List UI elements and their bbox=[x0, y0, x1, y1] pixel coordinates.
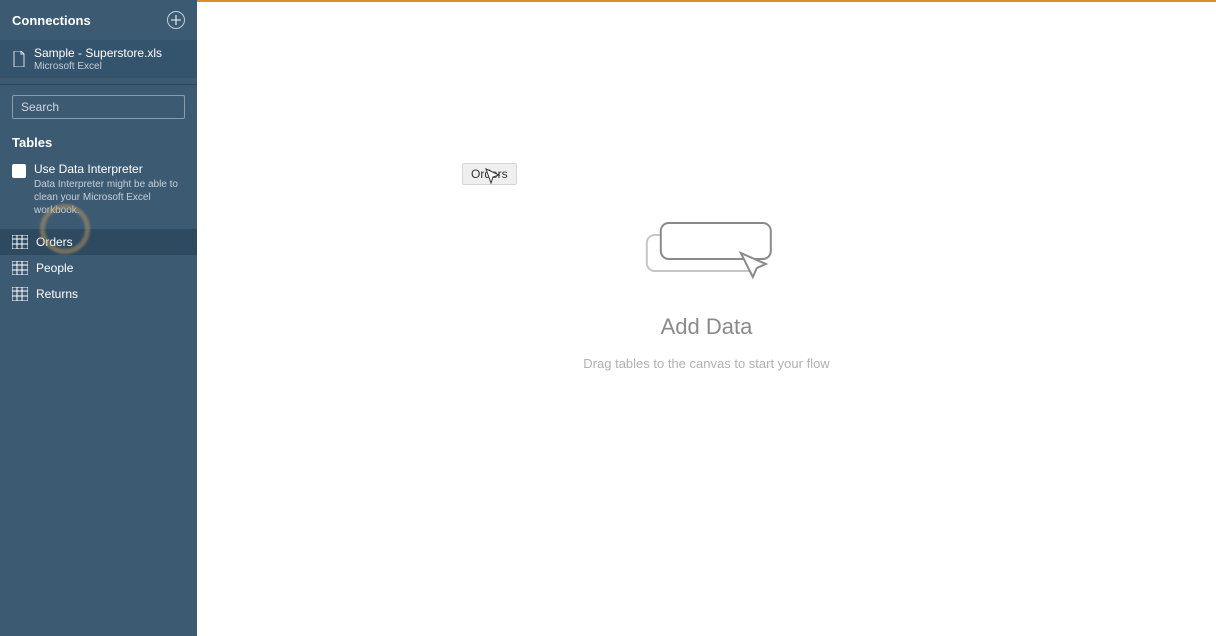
search-box[interactable] bbox=[12, 95, 185, 119]
table-item-label: Returns bbox=[36, 287, 78, 301]
sidebar: Connections Sample - Superstore.xls Micr… bbox=[0, 0, 197, 636]
search-wrap bbox=[0, 85, 197, 125]
data-interpreter-hint: Data Interpreter might be able to clean … bbox=[34, 178, 185, 217]
table-item-people[interactable]: People bbox=[0, 255, 197, 281]
table-icon bbox=[12, 235, 28, 249]
table-item-returns[interactable]: Returns bbox=[0, 281, 197, 307]
search-input[interactable] bbox=[13, 100, 184, 114]
table-icon bbox=[12, 261, 28, 275]
connections-header: Connections bbox=[0, 0, 197, 40]
canvas-area[interactable]: Orders Add Data Drag tables to the canva… bbox=[197, 0, 1216, 636]
plus-icon bbox=[171, 15, 181, 25]
add-data-illustration bbox=[583, 217, 829, 292]
add-connection-button[interactable] bbox=[167, 11, 185, 29]
drag-token: Orders bbox=[462, 163, 517, 185]
connection-item[interactable]: Sample - Superstore.xls Microsoft Excel bbox=[0, 40, 197, 78]
table-item-orders[interactable]: Orders bbox=[0, 229, 197, 255]
connection-name: Sample - Superstore.xls bbox=[34, 46, 162, 60]
data-interpreter-label: Use Data Interpreter bbox=[34, 162, 185, 176]
table-item-label: People bbox=[36, 261, 73, 275]
data-interpreter-checkbox[interactable] bbox=[12, 164, 26, 178]
empty-state: Add Data Drag tables to the canvas to st… bbox=[583, 217, 829, 371]
connection-text: Sample - Superstore.xls Microsoft Excel bbox=[34, 46, 162, 72]
table-icon bbox=[12, 287, 28, 301]
file-icon bbox=[12, 51, 26, 67]
table-item-label: Orders bbox=[36, 235, 73, 249]
tables-section-label: Tables bbox=[0, 125, 197, 158]
connections-label: Connections bbox=[12, 13, 91, 28]
connection-type: Microsoft Excel bbox=[34, 61, 162, 72]
table-list: Orders People Returns bbox=[0, 229, 197, 307]
data-interpreter-row[interactable]: Use Data Interpreter Data Interpreter mi… bbox=[0, 158, 197, 223]
empty-state-sub: Drag tables to the canvas to start your … bbox=[583, 356, 829, 371]
empty-state-headline: Add Data bbox=[583, 314, 829, 340]
drag-token-label: Orders bbox=[471, 167, 508, 181]
data-interpreter-text: Use Data Interpreter Data Interpreter mi… bbox=[34, 162, 185, 217]
